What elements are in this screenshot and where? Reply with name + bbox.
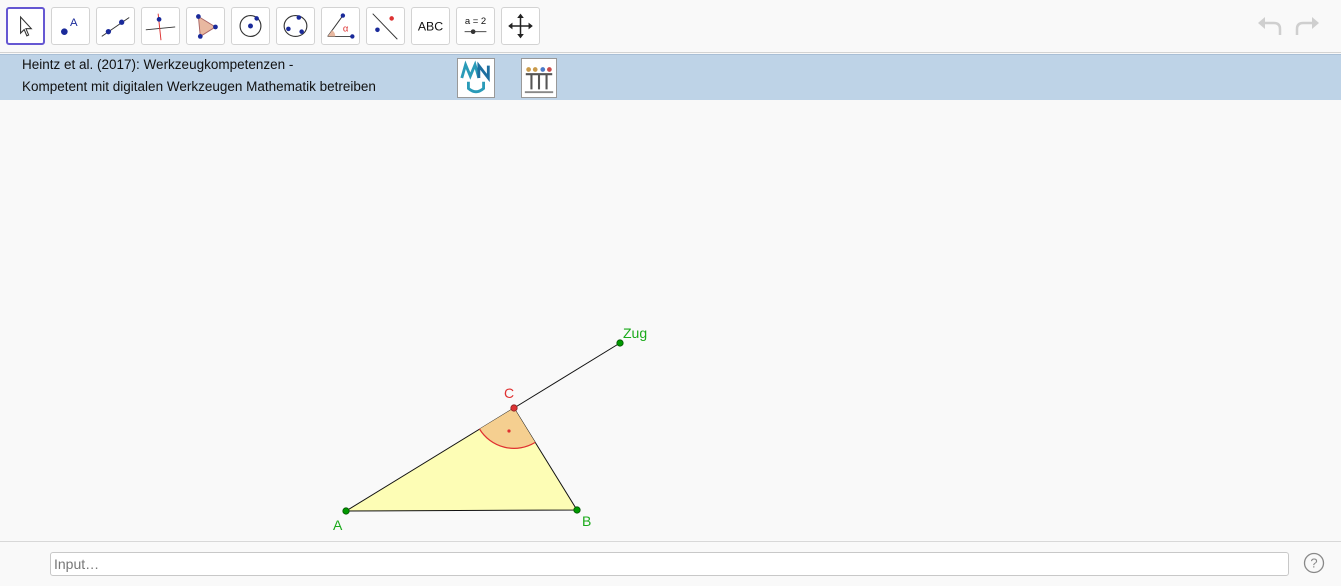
- move-tool-button[interactable]: [6, 7, 45, 45]
- perpendicular-line-icon: [145, 13, 176, 41]
- text-tool-label: ABC: [418, 19, 443, 33]
- header-title-line-1: Heintz et al. (2017): Werkzeugkompetenze…: [22, 57, 294, 72]
- angle-tool-label: α: [343, 24, 349, 35]
- slider-tool-button[interactable]: a = 2: [456, 7, 495, 45]
- circle-three-points-tool-button[interactable]: [276, 7, 315, 45]
- polygon-tool-button[interactable]: [186, 7, 225, 45]
- input-bar: ?: [0, 541, 1341, 586]
- point-c[interactable]: [510, 404, 518, 412]
- point-b[interactable]: [573, 506, 581, 514]
- point-tool-button[interactable]: A: [51, 7, 90, 45]
- angle-tool-button[interactable]: α: [321, 7, 360, 45]
- algebra-input-field[interactable]: [50, 552, 1289, 576]
- segment-c-zug[interactable]: [513, 342, 621, 409]
- right-angle-dot: [507, 429, 511, 433]
- label-c: C: [504, 385, 514, 401]
- t3-deutschland-logo: [521, 58, 557, 98]
- text-tool-button[interactable]: ABC: [411, 7, 450, 45]
- move-graphics-tool-button[interactable]: [501, 7, 540, 45]
- perpendicular-line-tool-button[interactable]: [141, 7, 180, 45]
- text-icon: ABC: [418, 19, 443, 33]
- undo-icon[interactable]: [1255, 12, 1285, 42]
- slider-icon: a = 2: [464, 16, 487, 35]
- reflect-point-icon: [372, 13, 398, 40]
- header-banner: Heintz et al. (2017): Werkzeugkompetenze…: [0, 54, 1341, 100]
- label-zug: Zug: [623, 325, 647, 341]
- point-icon: A: [61, 17, 78, 35]
- line-tool-button[interactable]: [96, 7, 135, 45]
- label-a: A: [333, 517, 343, 533]
- point-a[interactable]: [342, 507, 350, 515]
- circle-center-point-icon: [239, 15, 262, 37]
- mnu-logo-icon: [460, 60, 490, 94]
- point-tool-label: A: [70, 17, 78, 29]
- header-title-line-2: Kompetent mit digitalen Werkzeugen Mathe…: [22, 79, 376, 94]
- arrow-cursor-icon: [20, 15, 33, 37]
- graphics-view[interactable]: A B C Zug: [0, 100, 1341, 541]
- toolbar: A α ABC a = 2: [0, 0, 1341, 53]
- line-icon: [101, 17, 130, 37]
- reflect-tool-button[interactable]: [366, 7, 405, 45]
- label-b: B: [582, 513, 591, 529]
- slider-tool-label: a = 2: [465, 16, 486, 27]
- redo-icon[interactable]: [1292, 12, 1322, 42]
- circle-three-points-icon: [283, 15, 308, 37]
- circle-center-tool-button[interactable]: [231, 7, 270, 45]
- t3-logo-icon: [524, 67, 554, 94]
- triangle-abc[interactable]: [344, 407, 578, 512]
- help-icon-glyph: ?: [1310, 556, 1317, 571]
- mnu-logo: [457, 58, 495, 98]
- move-graphics-icon: [508, 13, 533, 39]
- help-icon[interactable]: ?: [1303, 552, 1325, 574]
- angle-icon: α: [327, 13, 355, 39]
- polygon-icon: [196, 14, 218, 39]
